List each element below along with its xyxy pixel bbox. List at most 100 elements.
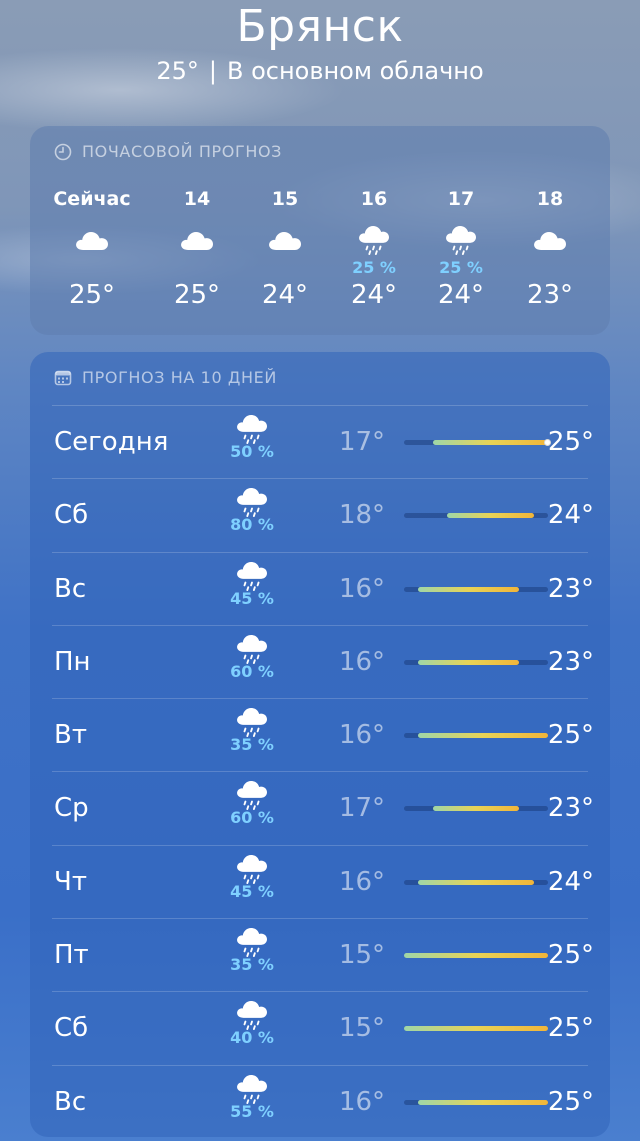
cloud-rain-icon [224,487,280,518]
hour-temp: 25° [68,280,116,310]
low-temp: 16° [338,573,386,604]
day-weather: 55 % [224,1074,280,1120]
day-row[interactable]: Сб 40 % 15° 25° [52,991,594,1064]
temp-range-fill [447,513,534,519]
precip-chance [42,260,142,276]
temp-range-fill [418,586,520,592]
hourly-item: 14 25° [147,186,247,312]
cloud-rain-icon [224,414,280,444]
high-temp: 23° [547,573,594,604]
day-row[interactable]: Сб 80 % 18° 24° [52,478,594,551]
current-condition: В основном облачно [226,57,484,85]
day-row[interactable]: Пн 60 % 16° 23° [52,624,594,698]
current-temp: 25° [156,57,199,85]
hourly-forecast-header: ПОЧАСОВОЙ ПРОГНОЗ [54,142,282,161]
hour-label: 14 [183,188,211,210]
day-label: Сегодня [54,427,169,457]
high-temp: 25° [547,1086,594,1117]
high-temp: 24° [547,500,594,531]
hourly-forecast-list[interactable]: Сейчас 25° 14 25° 15 24° 16 25 % 24° 17 25 % 24° 18 2… [30,186,610,326]
cloud-rain-icon [224,561,280,591]
temp-range-bar [404,1099,548,1105]
cloud-rain-icon [224,707,280,738]
day-label: Сб [54,1013,89,1044]
low-temp: 18° [338,500,386,531]
high-temp: 25° [547,427,594,457]
hour-label: 18 [536,188,564,210]
temp-range-fill [418,733,548,739]
hour-temp: 23° [526,280,574,310]
precip-chance: 45 % [230,588,274,608]
day-label: Сб [54,500,89,531]
temp-range-fill [404,1026,548,1032]
high-temp: 25° [547,940,594,971]
hourly-item: 16 25 % 24° [324,186,424,312]
hour-label: Сейчас [53,188,131,210]
temp-range-bar [404,513,548,519]
cloud-rain-icon [224,927,280,958]
hour-label: 17 [447,188,475,210]
daily-forecast-card[interactable]: ПРОГНОЗ НА 10 ДНЕЙ Сегодня 50 % 17° 25° Сб 80… [30,352,610,1137]
clock-icon [54,143,72,161]
cloud-rain-icon [411,220,511,260]
day-weather: 40 % [224,1000,280,1046]
day-row[interactable]: Ср 60 % 17° 23° [52,771,594,844]
temp-range-fill [418,879,534,885]
temp-range-bar [404,806,548,812]
hour-temp: 24° [437,280,485,310]
day-row[interactable]: Сегодня 50 % 17° 25° [52,405,594,478]
day-weather: 35 % [224,927,280,973]
cloud-rain-icon [224,634,280,664]
day-label: Вс [54,1086,87,1117]
high-temp: 23° [547,793,594,824]
day-label: Пн [54,646,91,677]
current-summary: 25° | В основном облачно [0,56,640,86]
temp-range-fill [418,1099,548,1105]
day-label: Ср [54,793,89,824]
hour-label: 16 [360,188,388,210]
precip-chance: 25 % [439,258,483,277]
hourly-forecast-title: ПОЧАСОВОЙ ПРОГНОЗ [82,142,283,161]
day-weather: 45 % [224,854,280,900]
low-temp: 16° [338,1086,386,1117]
hourly-forecast-card[interactable]: ПОЧАСОВОЙ ПРОГНОЗ Сейчас 25° 14 25° 15 24° 16 2… [30,126,610,335]
cloud-icon [500,220,600,260]
hourly-item: Сейчас 25° [42,186,142,312]
calendar-icon [54,369,72,387]
day-row[interactable]: Пт 35 % 15° 25° [52,918,594,991]
cloud-rain-icon [224,1000,280,1031]
cloud-icon [235,220,335,260]
hourly-item: 15 24° [235,186,335,312]
day-weather: 35 % [224,707,280,753]
day-row[interactable]: Вс 55 % 16° 25° [52,1064,594,1138]
precip-chance: 80 % [230,515,274,535]
precip-chance: 40 % [230,1028,274,1048]
day-weather: 50 % [224,414,280,460]
temp-range-fill [404,953,548,959]
precip-chance: 50 % [230,442,274,461]
precip-chance: 35 % [230,955,274,975]
daily-forecast-list[interactable]: Сегодня 50 % 17° 25° Сб 80 % 18° 24° Вс 45 % 16° 23… [52,405,594,1138]
low-temp: 17° [338,793,386,824]
hourly-item: 17 25 % 24° [411,186,511,312]
cloud-rain-icon [224,780,280,811]
precip-chance: 55 % [230,1101,274,1121]
high-temp: 25° [547,1013,594,1044]
temp-range-bar [404,586,548,592]
day-label: Чт [54,866,87,897]
temp-range-bar [404,1026,548,1032]
temp-range-fill [432,806,520,812]
day-label: Вт [54,720,87,751]
day-row[interactable]: Вт 35 % 16° 25° [52,698,594,771]
location-header: Брянск 25° | В основном облачно [0,0,640,86]
daily-forecast-title: ПРОГНОЗ НА 10 ДНЕЙ [82,368,277,387]
day-row[interactable]: Вс 45 % 16° 23° [52,551,594,625]
precip-chance: 35 % [230,735,274,755]
summary-separator: | [208,57,217,85]
day-weather: 80 % [224,487,280,533]
day-row[interactable]: Чт 45 % 16° 24° [52,844,594,918]
precip-chance: 25 % [352,258,396,277]
hour-temp: 24° [350,280,398,310]
temp-range-fill [418,659,520,665]
precip-chance [235,260,335,276]
